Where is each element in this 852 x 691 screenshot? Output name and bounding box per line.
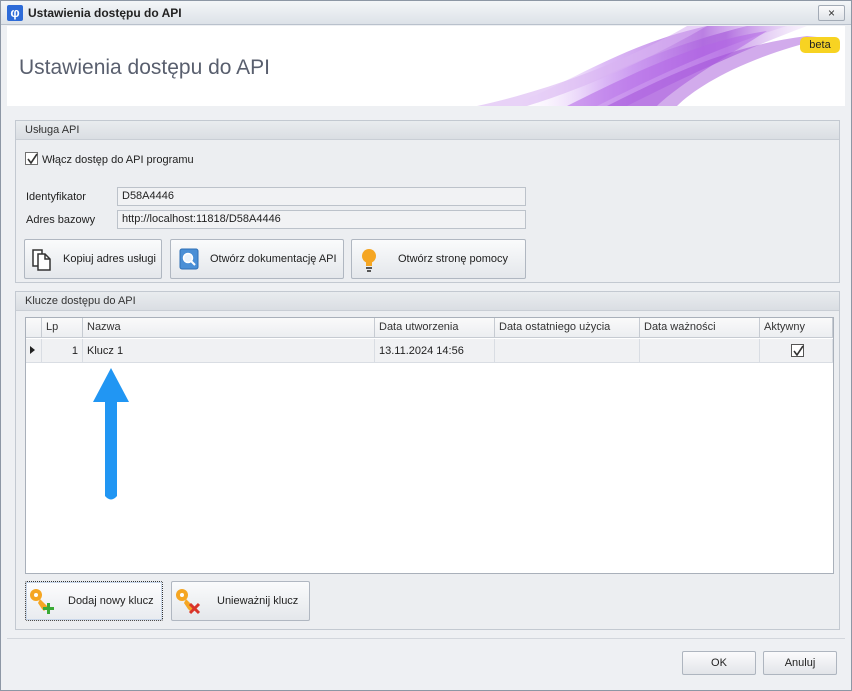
base-address-label: Adres bazowy [26, 214, 96, 226]
cell-expires [640, 339, 760, 363]
checkmark-icon [793, 345, 804, 357]
service-group-title: Usługa API [16, 121, 839, 140]
cancel-button[interactable]: Anuluj [763, 651, 837, 675]
beta-badge: beta [800, 37, 840, 53]
active-checkbox[interactable] [791, 344, 804, 357]
column-header-active[interactable]: Aktywny [760, 318, 833, 338]
copy-icon [32, 249, 51, 271]
identifier-label: Identyfikator [26, 191, 86, 203]
revoke-key-button[interactable]: Unieważnij klucz [171, 581, 310, 621]
keys-table[interactable]: Lp Nazwa Data utworzenia Data ostatniego… [25, 317, 834, 574]
base-address-field[interactable]: http://localhost:11818/D58A4446 [117, 210, 526, 229]
lightbulb-icon [362, 249, 376, 272]
open-docs-button[interactable]: Otwórz dokumentację API [170, 239, 344, 279]
title-bar: φ Ustawienia dostępu do API × [1, 1, 851, 25]
column-header-lp[interactable]: Lp [42, 318, 83, 338]
service-group: Usługa API Włącz dostęp do API programu … [15, 120, 840, 283]
annotation-arrow-icon [93, 368, 129, 500]
footer-divider [7, 638, 845, 639]
copy-address-button[interactable]: Kopiuj adres usługi [24, 239, 162, 279]
identifier-field[interactable]: D58A4446 [117, 187, 526, 206]
app-logo-icon: φ [7, 5, 23, 21]
book-search-icon [179, 248, 199, 270]
column-header-created[interactable]: Data utworzenia [375, 318, 495, 338]
row-pointer-icon [30, 346, 35, 354]
row-indicator-header [26, 318, 42, 338]
header-banner: Ustawienia dostępu do API beta [7, 26, 845, 106]
ok-button[interactable]: OK [682, 651, 756, 675]
checkmark-icon [27, 153, 38, 165]
cell-created: 13.11.2024 14:56 [375, 339, 495, 363]
enable-api-label: Włącz dostęp do API programu [42, 154, 194, 166]
window-title: Ustawienia dostępu do API [28, 6, 182, 20]
cell-lp: 1 [42, 339, 83, 363]
row-indicator [26, 339, 42, 363]
column-header-name[interactable]: Nazwa [83, 318, 375, 338]
enable-api-checkbox[interactable] [25, 152, 38, 165]
close-button[interactable]: × [818, 5, 845, 21]
keys-group: Klucze dostępu do API Lp Nazwa Data utwo… [15, 291, 840, 630]
open-docs-label: Otwórz dokumentację API [210, 253, 337, 265]
page-title: Ustawienia dostępu do API [19, 56, 270, 79]
add-key-button[interactable]: Dodaj nowy klucz [25, 581, 163, 621]
add-key-label: Dodaj nowy klucz [68, 595, 154, 607]
open-help-button[interactable]: Otwórz stronę pomocy [351, 239, 526, 279]
cell-active[interactable] [760, 339, 833, 363]
open-help-label: Otwórz stronę pomocy [398, 253, 509, 265]
key-revoke-icon [176, 589, 201, 615]
copy-address-label: Kopiuj adres usługi [63, 253, 156, 265]
column-header-last-used[interactable]: Data ostatniego użycia [495, 318, 640, 338]
revoke-key-label: Unieważnij klucz [217, 595, 299, 607]
cell-last-used [495, 339, 640, 363]
key-add-icon [30, 589, 54, 614]
column-header-expires[interactable]: Data ważności [640, 318, 760, 338]
api-settings-window: φ Ustawienia dostępu do API × Ustawienia… [0, 0, 852, 691]
cell-name: Klucz 1 [83, 339, 375, 363]
keys-group-title: Klucze dostępu do API [16, 292, 839, 311]
